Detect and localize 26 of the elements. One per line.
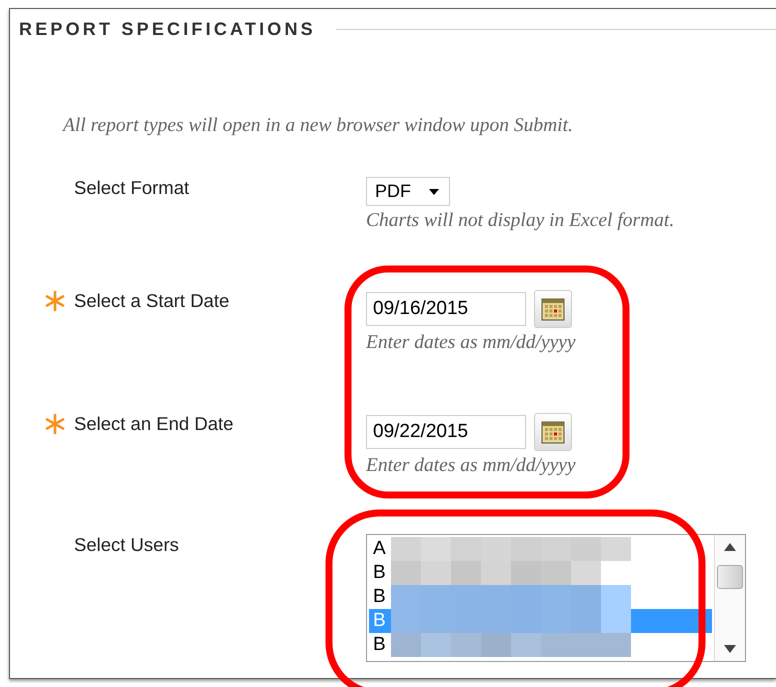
users-listbox[interactable]: A B B B B — [366, 534, 746, 662]
field-label: Select a Start Date — [74, 290, 230, 312]
hint-text: Charts will not display in Excel format. — [366, 210, 674, 232]
format-dropdown[interactable]: PDF — [366, 177, 450, 206]
caret-icon — [429, 188, 439, 194]
scrollbar[interactable] — [714, 535, 745, 661]
list-item[interactable]: B — [369, 561, 712, 585]
scroll-down-icon — [724, 645, 736, 653]
list-item[interactable]: B — [369, 585, 712, 609]
hint-text: Enter dates as mm/dd/yyyy — [366, 332, 576, 354]
calendar-icon — [541, 420, 565, 444]
scroll-thumb[interactable] — [717, 565, 743, 589]
calendar-button[interactable] — [534, 413, 572, 451]
hint-text: Enter dates as mm/dd/yyyy — [366, 455, 576, 477]
list-item[interactable]: B — [369, 633, 712, 657]
date-field[interactable]: 09/22/2015 — [366, 415, 526, 449]
scroll-up-icon — [724, 543, 736, 551]
field-label: Select an End Date — [74, 413, 234, 435]
field-label: Select Format — [74, 177, 190, 199]
calendar-button[interactable] — [534, 290, 572, 328]
info-note: All report types will open in a new browser window upon Submit. — [63, 115, 574, 137]
list-item[interactable]: A — [369, 537, 712, 561]
section-title: REPORT SPECIFICATIONS — [19, 19, 316, 40]
calendar-icon — [541, 297, 565, 321]
date-field[interactable]: 09/16/2015 — [366, 292, 526, 326]
field-label: Select Users — [74, 534, 179, 556]
